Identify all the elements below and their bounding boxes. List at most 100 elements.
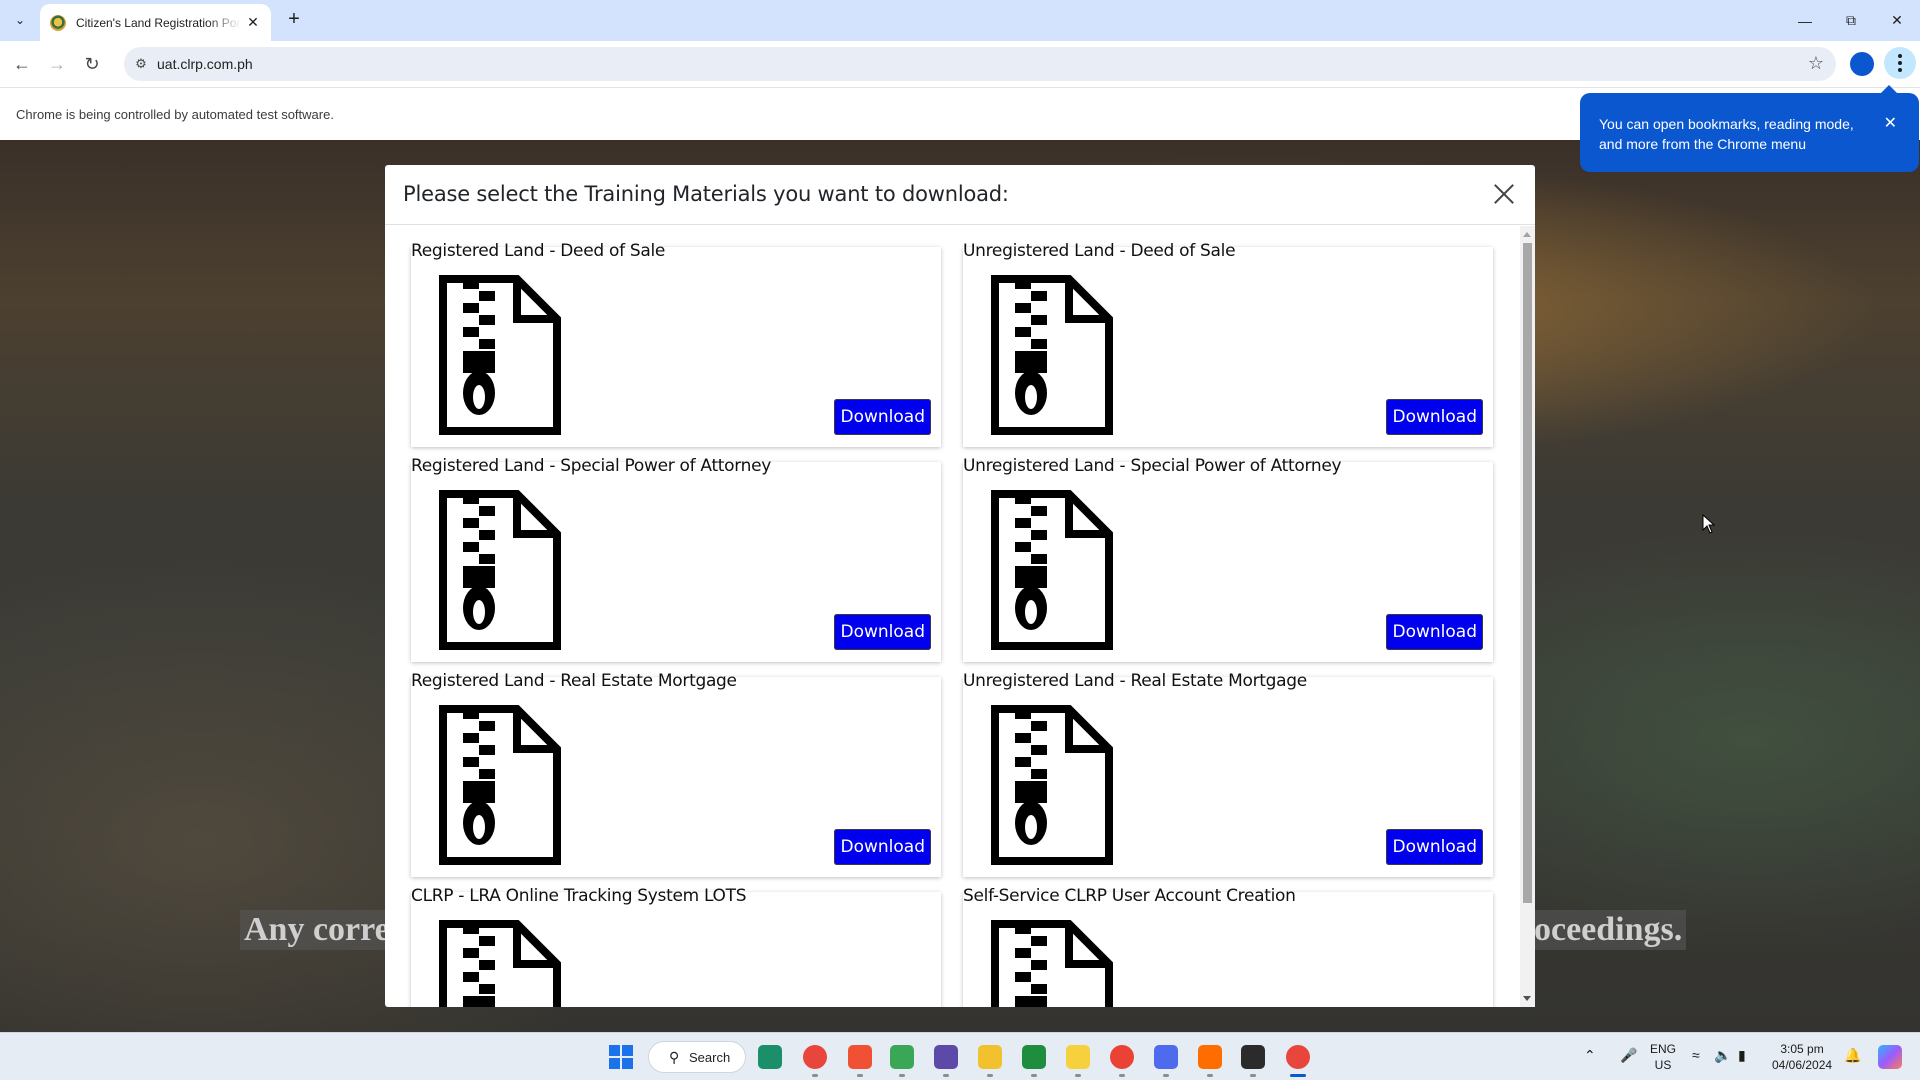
bookmark-star-icon[interactable]: ☆ xyxy=(1808,53,1824,74)
sticky-notes-icon[interactable] xyxy=(1066,1045,1090,1069)
zip-file-icon xyxy=(991,920,1113,1007)
address-bar[interactable]: ⚙ uat.clrp.com.ph ☆ xyxy=(124,47,1836,81)
scrollbar-thumb[interactable] xyxy=(1523,243,1532,903)
clock-time: 3:05 pm xyxy=(1780,1042,1824,1056)
material-card: Download xyxy=(963,462,1493,662)
browser-tab[interactable]: Citizen's Land Registration Portal ✕ xyxy=(40,4,271,41)
window-close-icon[interactable]: ✕ xyxy=(1874,0,1920,41)
material-card-wrap: Download Unregistered Land - Real Estate … xyxy=(963,656,1493,877)
tab-title: Citizen's Land Registration Portal xyxy=(76,15,241,30)
restore-icon[interactable]: ⧉ xyxy=(1828,0,1874,41)
volume-icon[interactable]: 🔈 xyxy=(1714,1047,1731,1080)
material-title: Registered Land - Deed of Sale xyxy=(411,241,666,261)
material-card-wrap: Download Registered Land - Special Power … xyxy=(411,441,941,662)
sheets-icon[interactable] xyxy=(1022,1045,1046,1069)
language-indicator[interactable]: ENG US xyxy=(1650,1033,1676,1080)
promo-close-icon[interactable]: ✕ xyxy=(1884,113,1897,133)
taskbar-search[interactable]: ⚲ Search xyxy=(648,1041,746,1073)
git-icon[interactable] xyxy=(848,1045,872,1069)
terminal-icon[interactable] xyxy=(1241,1045,1265,1069)
material-title: Registered Land - Special Power of Attor… xyxy=(411,456,772,476)
running-indicator xyxy=(1290,1074,1306,1077)
zip-file-icon xyxy=(439,275,561,435)
microphone-icon[interactable]: 🎤 xyxy=(1620,1047,1637,1080)
taskbar-search-label: Search xyxy=(689,1050,731,1065)
windows-start-icon[interactable] xyxy=(609,1045,633,1069)
running-indicator xyxy=(812,1074,818,1077)
forward-arrow-icon[interactable]: → xyxy=(45,52,69,76)
app-icon[interactable] xyxy=(1198,1045,1222,1069)
material-title: CLRP - LRA Online Tracking System LOTS xyxy=(411,886,747,906)
scroll-up-arrow-icon[interactable] xyxy=(1523,232,1531,237)
wifi-icon[interactable]: ≈ xyxy=(1692,1047,1700,1080)
material-title: Unregistered Land - Special Power of Att… xyxy=(963,456,1342,476)
download-button[interactable]: Download xyxy=(834,399,931,435)
material-card-wrap: Download Registered Land - Real Estate Mo… xyxy=(411,656,941,877)
running-indicator xyxy=(1075,1074,1081,1077)
running-indicator xyxy=(1207,1074,1213,1077)
edge-icon[interactable] xyxy=(758,1045,782,1069)
chrome-icon[interactable] xyxy=(803,1045,827,1069)
download-button[interactable]: Download xyxy=(834,829,931,865)
download-button[interactable]: Download xyxy=(1386,829,1483,865)
profile-avatar-icon[interactable] xyxy=(1850,52,1874,76)
zip-file-icon xyxy=(991,490,1113,650)
download-button[interactable]: Download xyxy=(834,614,931,650)
mouse-cursor-icon xyxy=(1702,514,1716,534)
running-indicator xyxy=(943,1074,949,1077)
download-button[interactable]: Download xyxy=(1386,399,1483,435)
chrome-active-icon[interactable] xyxy=(1286,1045,1310,1069)
zip-file-icon xyxy=(991,705,1113,865)
modal-header: Please select the Training Materials you… xyxy=(385,165,1535,225)
tab-close-icon[interactable]: ✕ xyxy=(245,14,261,31)
material-card-wrap: Download Unregistered Land - Deed of Sale xyxy=(963,226,1493,447)
file-explorer-icon[interactable] xyxy=(978,1045,1002,1069)
zip-file-icon xyxy=(439,920,561,1007)
search-icon: ⚲ xyxy=(669,1049,680,1065)
reload-icon[interactable]: ↻ xyxy=(80,52,104,76)
url-text[interactable]: uat.clrp.com.ph xyxy=(157,56,253,72)
download-button[interactable]: Download xyxy=(1386,614,1483,650)
material-card: Download xyxy=(411,892,941,1007)
chrome-menu-promo-bubble: You can open bookmarks, reading mode, an… xyxy=(1580,85,1919,172)
running-indicator xyxy=(1163,1074,1169,1077)
zip-file-icon xyxy=(439,490,561,650)
back-arrow-icon[interactable]: ← xyxy=(10,52,34,76)
material-card: Download xyxy=(963,892,1493,1007)
copilot-tray-icon[interactable] xyxy=(1878,1045,1902,1069)
material-card-wrap: DownloadCLRP - LRA Online Tracking Syste… xyxy=(411,871,941,1007)
material-card-wrap: Download Unregistered Land - Special Powe… xyxy=(963,441,1493,662)
notepad-icon[interactable] xyxy=(890,1045,914,1069)
background-banner-left: Any corre xyxy=(240,910,394,950)
modal-close-icon[interactable] xyxy=(1489,179,1519,209)
modal-body[interactable]: Download Registered Land - Deed of Sale Do… xyxy=(385,226,1535,1007)
material-card: Download xyxy=(411,247,941,447)
infobar-text: Chrome is being controlled by automated … xyxy=(16,107,334,122)
running-indicator xyxy=(857,1074,863,1077)
zip-file-icon xyxy=(439,705,561,865)
material-title: Self-Service CLRP User Account Creation xyxy=(963,886,1296,906)
eclipse-icon[interactable] xyxy=(934,1045,958,1069)
tray-overflow-chevron-icon[interactable]: ⌃ xyxy=(1584,1047,1596,1080)
chrome-color-icon[interactable] xyxy=(1110,1045,1134,1069)
background-banner-right: oceedings. xyxy=(1530,910,1687,950)
chrome-menu-icon[interactable] xyxy=(1884,47,1916,79)
minimize-icon[interactable]: — xyxy=(1782,0,1828,41)
lang-top: ENG xyxy=(1650,1042,1677,1056)
notification-bell-icon[interactable]: 🔔 xyxy=(1844,1047,1861,1080)
modal-scrollbar[interactable] xyxy=(1520,226,1535,1007)
new-tab-plus-icon[interactable]: + xyxy=(282,8,306,32)
running-indicator xyxy=(1119,1074,1125,1077)
running-indicator xyxy=(987,1074,993,1077)
material-card: Download xyxy=(411,462,941,662)
material-card: Download xyxy=(411,677,941,877)
site-settings-icon[interactable]: ⚙ xyxy=(132,55,150,73)
material-card-wrap: Download Registered Land - Deed of Sale xyxy=(411,226,941,447)
clock[interactable]: 3:05 pm 04/06/2024 xyxy=(1772,1033,1832,1080)
copilot-icon[interactable] xyxy=(1154,1045,1178,1069)
running-indicator xyxy=(1031,1074,1037,1077)
tab-search-chevron-icon[interactable]: ⌄ xyxy=(8,8,32,32)
scroll-down-arrow-icon[interactable] xyxy=(1523,996,1531,1001)
battery-icon[interactable]: ▮ xyxy=(1738,1047,1746,1080)
clock-date: 04/06/2024 xyxy=(1772,1058,1833,1072)
